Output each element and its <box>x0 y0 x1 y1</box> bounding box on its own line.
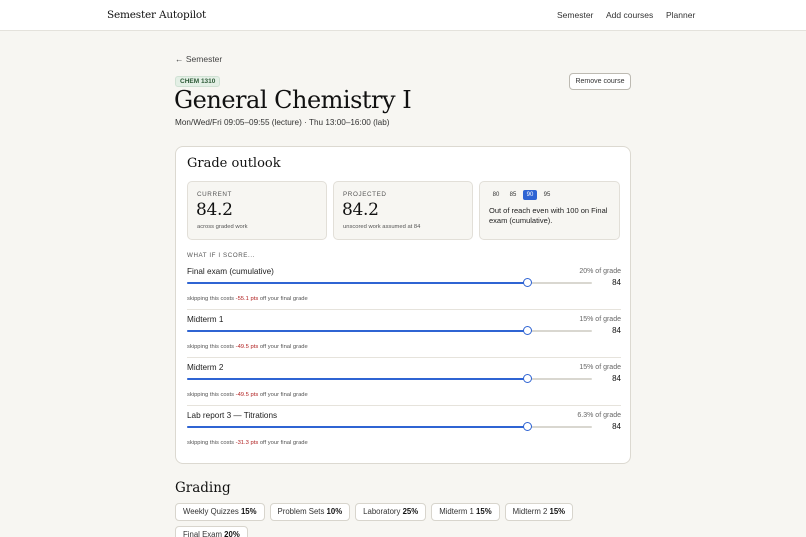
course-schedule: Mon/Wed/Fri 09:05–09:55 (lecture) · Thu … <box>175 118 390 127</box>
skip-cost-text: skipping this costs -49.5 pts off your f… <box>187 344 308 350</box>
skip-cost-suffix: off your final grade <box>258 344 308 350</box>
assessment-weight: 6.3% of grade <box>577 412 621 419</box>
score-slider[interactable] <box>187 422 592 431</box>
slider-thumb[interactable] <box>522 326 532 335</box>
projected-grade-label: PROJECTED <box>343 191 387 198</box>
skip-cost-suffix: off your final grade <box>258 296 308 302</box>
grading-title: Grading <box>175 480 231 496</box>
what-if-row: Lab report 3 — Titrations 6.3% of grade 84… <box>187 411 621 459</box>
what-if-row: Midterm 2 15% of grade 84 skipping this cos… <box>187 363 621 411</box>
score-value: 84 <box>612 422 621 431</box>
brand-logo[interactable]: Semester Autopilot <box>107 9 206 21</box>
assessment-name: Lab report 3 — Titrations <box>187 411 278 420</box>
grade-outlook-card: Grade outlook CURRENT 84.2 across graded… <box>175 146 631 464</box>
grading-weight-chip: Final Exam 20% <box>175 526 248 537</box>
skip-cost-points: -49.5 pts <box>235 392 259 398</box>
chip-category: Laboratory <box>363 507 401 516</box>
row-divider <box>187 357 621 358</box>
chip-percent: 20% <box>224 530 240 537</box>
skip-cost-prefix: skipping this costs <box>187 296 236 302</box>
projected-grade-subtext: unscored work assumed at 84 <box>343 224 421 230</box>
score-slider[interactable] <box>187 278 592 287</box>
target-option-90[interactable]: 90 <box>523 190 537 200</box>
grading-weight-chip: Midterm 1 15% <box>431 503 500 521</box>
target-grade-selector: 80 85 90 95 <box>489 190 554 200</box>
grading-weight-chip: Problem Sets 10% <box>269 503 351 521</box>
slider-fill <box>187 426 528 428</box>
current-grade-subtext: across graded work <box>197 224 248 230</box>
course-title: General Chemistry I <box>174 86 412 114</box>
slider-thumb[interactable] <box>522 422 532 431</box>
target-message: Out of reach even with 100 on Final exam… <box>489 206 608 225</box>
grading-weight-chip: Laboratory 25% <box>355 503 427 521</box>
skip-cost-text: skipping this costs -55.1 pts off your f… <box>187 296 308 302</box>
target-option-95[interactable]: 95 <box>540 190 554 200</box>
target-option-80[interactable]: 80 <box>489 190 503 200</box>
current-grade-label: CURRENT <box>197 191 232 198</box>
chip-percent: 15% <box>240 507 257 516</box>
what-if-row: Midterm 1 15% of grade 84 skipping this cos… <box>187 315 621 363</box>
grade-outlook-title: Grade outlook <box>187 156 281 171</box>
chip-percent: 10% <box>326 507 343 516</box>
chip-category: Problem Sets <box>277 507 325 516</box>
slider-fill <box>187 378 528 380</box>
row-divider <box>187 309 621 310</box>
score-value: 84 <box>612 374 621 383</box>
slider-fill <box>187 330 528 332</box>
chip-percent: 25% <box>402 507 419 516</box>
chip-category: Weekly Quizzes <box>183 507 239 516</box>
grading-weight-chip: Midterm 2 15% <box>504 503 574 521</box>
what-if-row: Final exam (cumulative) 20% of grade 84 ski… <box>187 267 621 315</box>
skip-cost-points: -55.1 pts <box>235 296 259 302</box>
slider-thumb[interactable] <box>522 278 532 287</box>
chip-percent: 15% <box>549 507 566 516</box>
assessment-name: Midterm 1 <box>187 315 224 324</box>
target-option-85[interactable]: 85 <box>506 190 520 200</box>
current-grade-panel: CURRENT 84.2 across graded work <box>187 181 327 240</box>
skip-cost-suffix: off your final grade <box>258 392 308 398</box>
skip-cost-suffix: off your final grade <box>258 440 308 446</box>
top-navbar: Semester Autopilot Semester Add courses … <box>0 0 806 31</box>
assessment-weight: 15% of grade <box>579 316 621 323</box>
assessment-weight: 20% of grade <box>579 268 621 275</box>
target-grade-panel: 80 85 90 95 Out of reach even with 100 o… <box>479 181 620 240</box>
skip-cost-points: -49.5 pts <box>235 344 259 350</box>
current-grade-value: 84.2 <box>196 200 233 220</box>
skip-cost-prefix: skipping this costs <box>187 392 236 398</box>
skip-cost-text: skipping this costs -49.5 pts off your f… <box>187 392 308 398</box>
score-value: 84 <box>612 326 621 335</box>
score-value: 84 <box>612 278 621 287</box>
slider-fill <box>187 282 528 284</box>
skip-cost-text: skipping this costs -31.3 pts off your f… <box>187 440 308 446</box>
chip-percent: 15% <box>476 507 492 516</box>
skip-cost-prefix: skipping this costs <box>187 344 236 350</box>
skip-cost-prefix: skipping this costs <box>187 440 236 446</box>
remove-course-button[interactable]: Remove course <box>569 73 631 90</box>
slider-thumb[interactable] <box>522 374 532 383</box>
grading-weights-list: Weekly Quizzes 15% Problem Sets 10% Labora… <box>175 503 595 537</box>
skip-cost-points: -31.3 pts <box>235 440 259 446</box>
chip-category: Final Exam <box>183 530 222 537</box>
assessment-name: Midterm 2 <box>187 363 224 372</box>
assessment-name: Final exam (cumulative) <box>187 267 274 276</box>
score-slider[interactable] <box>187 326 592 335</box>
projected-grade-panel: PROJECTED 84.2 unscored work assumed at … <box>333 181 473 240</box>
chip-category: Midterm 1 <box>439 507 474 516</box>
score-slider[interactable] <box>187 374 592 383</box>
nav-add-courses-link[interactable]: Add courses <box>606 10 653 20</box>
assessment-weight: 15% of grade <box>579 364 621 371</box>
chip-category: Midterm 2 <box>512 507 548 516</box>
row-divider <box>187 405 621 406</box>
grading-weight-chip: Weekly Quizzes 15% <box>175 503 265 521</box>
projected-grade-value: 84.2 <box>342 200 379 220</box>
what-if-heading: WHAT IF I SCORE... <box>187 252 255 259</box>
nav-planner-link[interactable]: Planner <box>666 10 695 20</box>
nav-semester-link[interactable]: Semester <box>557 10 593 20</box>
back-to-semester-link[interactable]: ← Semester <box>175 54 222 64</box>
